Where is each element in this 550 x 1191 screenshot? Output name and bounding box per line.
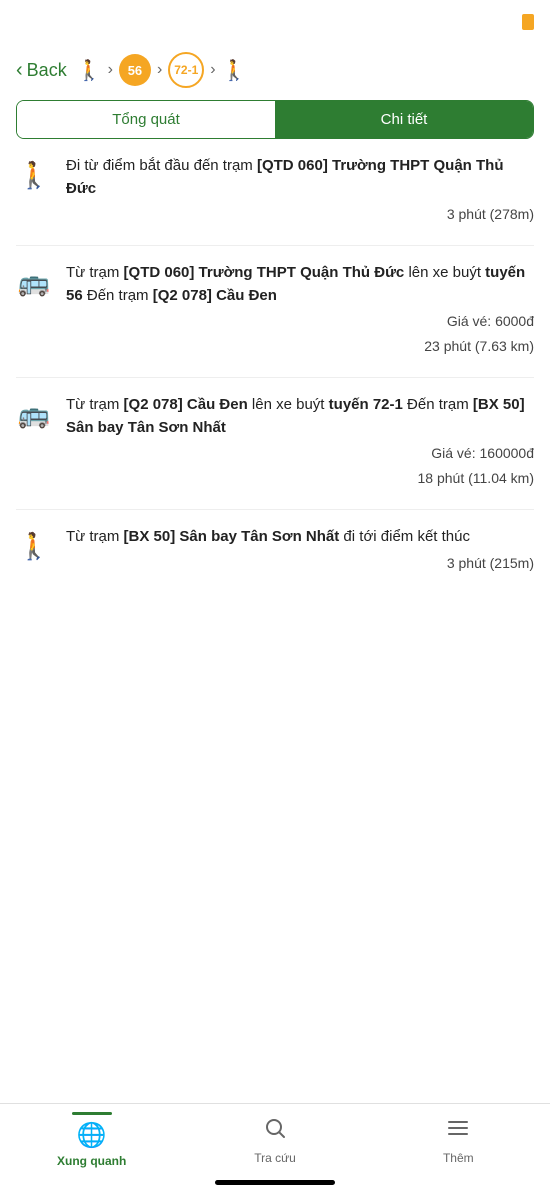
step-1-text: Đi từ điểm bắt đầu đến trạm [QTD 060] Tr… [66, 157, 504, 197]
step-3-content: Từ trạm [Q2 078] Cầu Đen lên xe buýt tuy… [66, 394, 534, 489]
walk-icon-step1: 🚶 [16, 157, 52, 193]
route-badge-72-1: 72-1 [168, 52, 204, 88]
battery-icon [522, 14, 534, 30]
divider-2 [16, 377, 534, 378]
steps-container: 🚶 Đi từ điểm bắt đầu đến trạm [QTD 060] … [0, 155, 550, 574]
walk-end-icon: 🚶 [222, 58, 247, 83]
step-2-content: Từ trạm [QTD 060] Trường THPT Quận Thủ Đ… [66, 262, 534, 357]
bottom-nav-inner: 🌐 Xung quanh Tra cứu Thêm [0, 1104, 550, 1180]
back-button[interactable]: ‹ Back [16, 59, 67, 82]
nav-xung-quanh[interactable]: 🌐 Xung quanh [0, 1112, 183, 1168]
route-steps: 🚶 › 56 › 72-1 › 🚶 [77, 52, 247, 88]
step-3-meta-time: 18 phút (11.04 km) [66, 468, 534, 489]
nav-tra-cuu[interactable]: Tra cứu [183, 1116, 366, 1165]
arrow-icon-1: › [108, 61, 113, 79]
divider-1 [16, 245, 534, 246]
tab-chi-tiet[interactable]: Chi tiết [275, 101, 533, 138]
divider-3 [16, 509, 534, 510]
nav-tra-cuu-label: Tra cứu [254, 1151, 296, 1165]
nav-xung-quanh-label: Xung quanh [57, 1154, 126, 1168]
tab-tong-quat[interactable]: Tổng quát [17, 101, 275, 138]
back-chevron-icon: ‹ [16, 59, 23, 82]
nav-them-label: Thêm [443, 1151, 474, 1165]
home-indicator [215, 1180, 335, 1185]
nav-active-bar [72, 1112, 112, 1115]
walk-start-icon: 🚶 [77, 58, 102, 83]
bus-icon-step3: 🚌 [16, 396, 52, 432]
step-4: 🚶 Từ trạm [BX 50] Sân bay Tân Sơn Nhất đ… [16, 526, 534, 574]
header: ‹ Back 🚶 › 56 › 72-1 › 🚶 [0, 44, 550, 100]
bottom-nav: 🌐 Xung quanh Tra cứu Thêm [0, 1103, 550, 1191]
walk-icon-step4: 🚶 [16, 528, 52, 564]
step-1-content: Đi từ điểm bắt đầu đến trạm [QTD 060] Tr… [66, 155, 534, 225]
tabs-container: Tổng quát Chi tiết [16, 100, 534, 139]
step-1-meta: 3 phút (278m) [66, 204, 534, 225]
step-2-meta-price: Giá vé: 6000đ [66, 311, 534, 332]
back-label: Back [27, 60, 67, 81]
step-4-content: Từ trạm [BX 50] Sân bay Tân Sơn Nhất đi … [66, 526, 534, 574]
menu-icon [446, 1116, 470, 1147]
step-4-meta: 3 phút (215m) [66, 553, 534, 574]
search-icon [263, 1116, 287, 1147]
route-badge-56: 56 [119, 54, 151, 86]
status-bar [0, 0, 550, 44]
step-2-text: Từ trạm [QTD 060] Trường THPT Quận Thủ Đ… [66, 264, 525, 304]
step-3: 🚌 Từ trạm [Q2 078] Cầu Đen lên xe buýt t… [16, 394, 534, 489]
step-2: 🚌 Từ trạm [QTD 060] Trường THPT Quận Thủ… [16, 262, 534, 357]
step-4-text: Từ trạm [BX 50] Sân bay Tân Sơn Nhất đi … [66, 528, 470, 545]
globe-icon: 🌐 [77, 1121, 107, 1150]
step-3-text: Từ trạm [Q2 078] Cầu Đen lên xe buýt tuy… [66, 396, 525, 436]
arrow-icon-3: › [210, 61, 215, 79]
step-3-meta-price: Giá vé: 160000đ [66, 443, 534, 464]
step-2-meta-time: 23 phút (7.63 km) [66, 336, 534, 357]
nav-them[interactable]: Thêm [367, 1116, 550, 1165]
arrow-icon-2: › [157, 61, 162, 79]
step-1: 🚶 Đi từ điểm bắt đầu đến trạm [QTD 060] … [16, 155, 534, 225]
bus-icon-step2: 🚌 [16, 264, 52, 300]
